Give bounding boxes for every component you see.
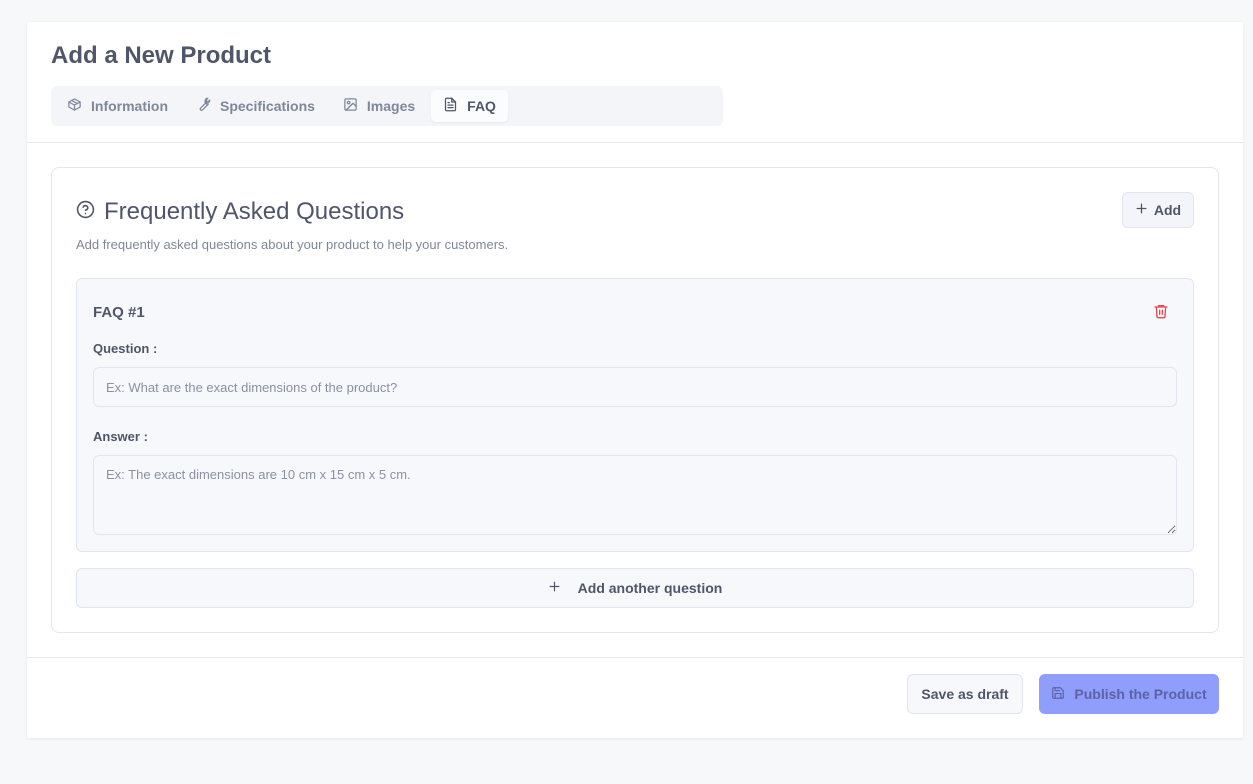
- publish-button[interactable]: Publish the Product: [1039, 674, 1219, 714]
- form-footer: Save as draft Publish the Product: [27, 657, 1243, 738]
- tab-label: Specifications: [220, 98, 315, 114]
- plus-icon: [1135, 202, 1148, 218]
- form-header: Add a New Product Information Specificat…: [27, 22, 1243, 143]
- add-faq-button[interactable]: Add: [1122, 192, 1194, 228]
- faq-item: FAQ #1 Question : Answer :: [76, 278, 1194, 552]
- save-draft-button[interactable]: Save as draft: [907, 674, 1023, 714]
- save-icon: [1051, 686, 1065, 703]
- plus-icon: [548, 580, 561, 596]
- question-label: Question :: [93, 341, 158, 356]
- wrench-icon: [196, 97, 211, 115]
- tab-label: Images: [366, 98, 416, 114]
- answer-label: Answer :: [93, 429, 148, 444]
- add-another-question-button[interactable]: Add another question: [76, 568, 1194, 608]
- tab-images[interactable]: Images: [331, 90, 427, 122]
- tab-label: FAQ: [467, 98, 496, 114]
- image-icon: [343, 97, 358, 115]
- faq-panel: Frequently Asked Questions Add frequentl…: [51, 167, 1219, 633]
- help-circle-icon: [76, 198, 95, 226]
- box-icon: [67, 97, 82, 115]
- tab-information[interactable]: Information: [55, 90, 180, 122]
- faq-section-description: Add frequently asked questions about you…: [76, 237, 509, 252]
- tab-label: Information: [91, 98, 168, 114]
- page-title: Add a New Product: [51, 42, 272, 69]
- tab-bar: Information Specifications Images FAQ: [51, 86, 723, 126]
- tab-specifications[interactable]: Specifications: [184, 90, 327, 122]
- faq-section-title: Frequently Asked Questions: [104, 198, 405, 225]
- answer-textarea[interactable]: [93, 455, 1177, 535]
- publish-label: Publish the Product: [1074, 686, 1207, 702]
- faq-item-title: FAQ #1: [93, 304, 145, 321]
- faq-section-heading: Frequently Asked Questions: [76, 198, 404, 226]
- document-icon: [443, 97, 458, 115]
- add-faq-label: Add: [1153, 202, 1182, 218]
- product-form-card: Add a New Product Information Specificat…: [27, 22, 1243, 738]
- tab-faq[interactable]: FAQ: [431, 90, 508, 122]
- question-input[interactable]: [93, 367, 1177, 407]
- add-another-question-label: Add another question: [577, 580, 723, 596]
- trash-icon[interactable]: [1153, 303, 1169, 319]
